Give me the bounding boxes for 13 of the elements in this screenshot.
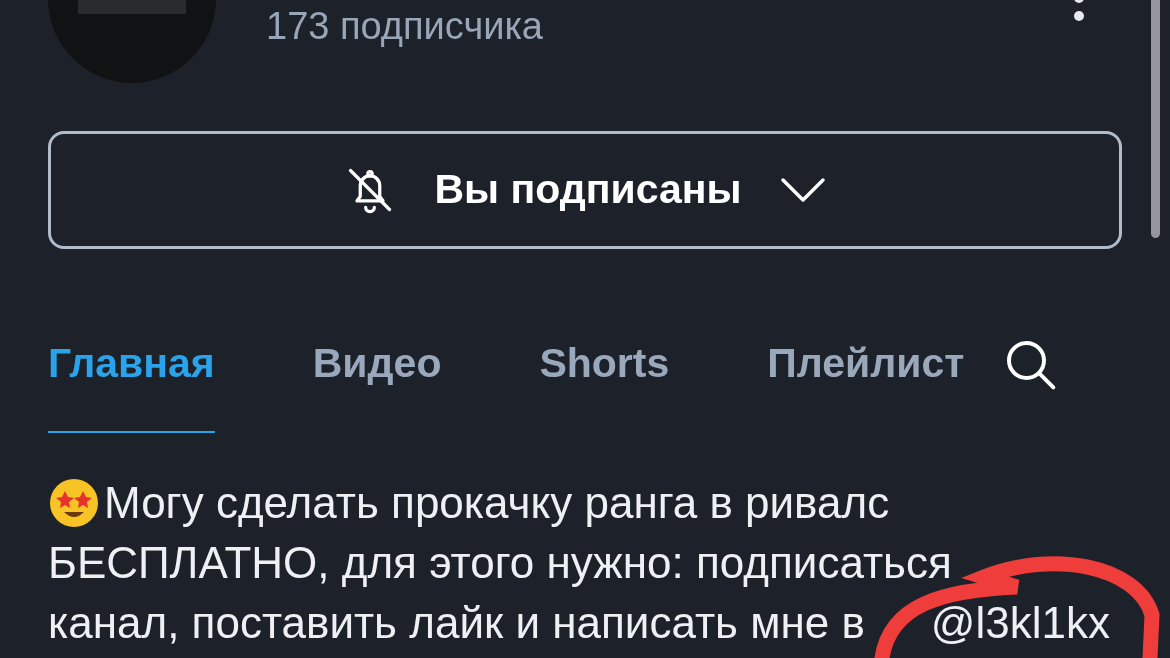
- emoji-icon: [48, 477, 100, 529]
- description-line: канал, поставить лайк и написать мне в: [48, 597, 865, 649]
- chevron-down-icon: [779, 177, 826, 203]
- more-options-icon[interactable]: [1073, 0, 1085, 22]
- channel-tab[interactable]: Плейлист: [767, 339, 965, 433]
- subscribed-button[interactable]: Вы подписаны: [48, 131, 1122, 249]
- description-line: БЕСПЛАТНО, для этого нужно: подписаться: [48, 537, 952, 589]
- channel-tab[interactable]: Главная: [48, 339, 215, 433]
- channel-tab[interactable]: Shorts: [539, 339, 670, 433]
- telegram-handle: @l3kl1kx: [930, 597, 1111, 649]
- subscriber-count: 173 подписчика: [266, 4, 543, 48]
- description-line: Могу сделать прокачку ранга в ривалс: [104, 477, 890, 529]
- channel-tab[interactable]: Видео: [312, 339, 442, 433]
